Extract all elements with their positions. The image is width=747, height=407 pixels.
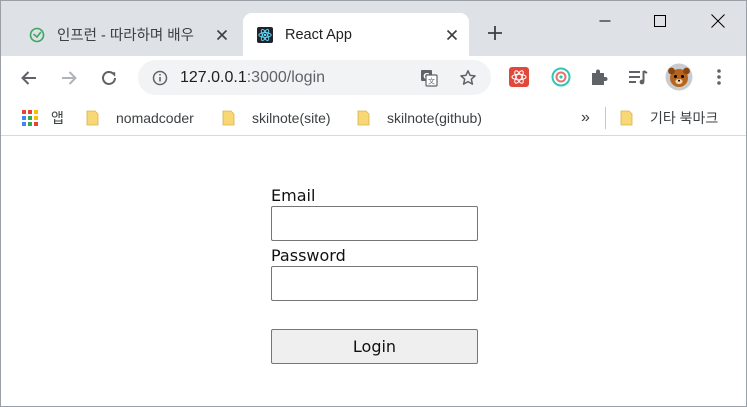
bookmark-skilnote-github[interactable]: skilnote(github) [357,108,482,128]
new-tab-button[interactable] [483,21,507,45]
tab-strip: 인프런 - 따라하며 배우 React App [1,1,746,56]
folder-icon [620,110,633,126]
bookmark-other[interactable]: 기타 북마크 [620,108,718,128]
bookmark-star-icon[interactable] [458,68,478,88]
tab-react-app[interactable]: React App [243,13,469,56]
bookmark-label: 기타 북마크 [650,110,719,126]
bookmark-label: skilnote(site) [252,110,331,126]
url-host: 127.0.0.1 [180,69,247,86]
bookmark-nomadcoder[interactable]: nomadcoder [86,108,194,128]
redux-devtools-icon[interactable] [549,65,573,89]
tab-inflearn[interactable]: 인프런 - 따라하며 배우 [15,13,239,56]
email-label: Email [271,186,316,205]
bookmark-label: nomadcoder [116,110,194,126]
reload-button[interactable] [95,64,123,92]
url-path: :3000/login [246,69,326,86]
close-window-button[interactable] [704,7,732,35]
login-form: Email Password Login [271,186,481,364]
maximize-icon [654,15,666,27]
page-content: Email Password Login [1,141,746,406]
browser-window: 인프런 - 따라하며 배우 React App 127.0.0.1:3000/l… [0,0,747,407]
bookmarks-bar: 앱 nomadcoder skilnote(site) skilnote(git… [1,100,746,136]
tab-title: React App [285,26,352,43]
close-tab-icon[interactable] [443,26,461,44]
info-icon[interactable] [150,68,170,88]
close-icon [711,14,725,28]
chevron-double-right-icon: » [581,109,590,126]
arrow-right-icon [62,71,77,85]
bookmarks-divider [605,107,606,129]
inflearn-favicon [29,27,45,42]
arrow-left-icon [21,71,36,85]
login-button[interactable]: Login [271,329,478,364]
bookmark-label: skilnote(github) [387,110,482,126]
maximize-button[interactable] [646,7,674,35]
reload-icon [102,71,116,85]
react-favicon [257,26,273,43]
folder-icon [86,110,99,126]
close-tab-icon[interactable] [213,26,231,44]
browser-toolbar: 127.0.0.1:3000/login G文 [1,56,746,100]
folder-icon [357,110,370,126]
minimize-button[interactable] [591,7,619,35]
url-text: 127.0.0.1:3000/login [180,68,325,87]
back-button[interactable] [15,64,43,92]
password-field[interactable] [271,266,478,301]
bookmark-skilnote-site[interactable]: skilnote(site) [222,108,331,128]
minimize-icon [599,20,611,22]
folder-icon [222,110,235,126]
address-bar[interactable]: 127.0.0.1:3000/login G文 [138,60,491,95]
bookmark-apps[interactable]: 앱 [21,108,64,128]
svg-text:文: 文 [428,77,435,86]
translate-icon[interactable]: G文 [419,68,439,88]
forward-button[interactable] [55,64,83,92]
plus-icon [488,26,502,40]
react-devtools-icon[interactable] [507,65,531,89]
puzzle-icon[interactable] [587,65,611,89]
email-field[interactable] [271,206,478,241]
media-queue-icon[interactable] [626,65,650,89]
menu-kebab-icon[interactable] [707,65,731,89]
bookmark-label: 앱 [51,110,64,126]
tab-title: 인프런 - 따라하며 배우 [57,28,194,44]
bookmarks-overflow-button[interactable]: » [581,108,590,128]
apps-grid-icon [22,110,38,126]
profile-avatar[interactable] [665,63,693,91]
password-label: Password [271,246,346,265]
